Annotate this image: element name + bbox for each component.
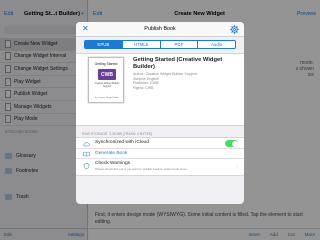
tab-pdf[interactable]: PDF xyxy=(160,41,199,48)
chevron-right-icon: › xyxy=(236,164,238,170)
publish-book-dialog: ✕ Publish Book EPUB HTML5 PDF Audio Gett… xyxy=(76,22,244,204)
dialog-header: ✕ Publish Book xyxy=(76,22,244,37)
book-metadata: Author: Creative Widget Builder Support … xyxy=(133,72,239,90)
cover-title: Getting Started xyxy=(94,62,118,66)
tab-audio[interactable]: Audio xyxy=(198,41,235,48)
check-warnings-label: Check Warnings xyxy=(95,161,131,166)
book-title-heading: Getting Started (Creative Widget Builder… xyxy=(133,57,223,70)
icloud-sync-toggle[interactable] xyxy=(225,140,238,147)
publish-options-group: Synchronized with iCloud Generate Book C… xyxy=(76,137,244,176)
book-cover[interactable]: Getting Started CWB Creative Widget Buil… xyxy=(88,57,124,103)
icloud-sync-row: Synchronized with iCloud xyxy=(76,138,244,149)
generate-book-row[interactable]: Generate Book xyxy=(76,149,244,159)
book-rights: Rights: CWB xyxy=(133,85,154,90)
cover-author: by Creative Widget Builder xyxy=(95,97,119,99)
dialog-title: Publish Book xyxy=(144,26,176,32)
icloud-sync-label: Synchronized with iCloud xyxy=(95,140,149,146)
raw-storage-label: RAW STORAGE: 3.35 MB (TRASH: 0 BYTES) xyxy=(82,132,153,136)
cloud-icon xyxy=(83,141,90,146)
cover-subtitle: Creative Widget Builder Support xyxy=(94,82,120,88)
shield-icon xyxy=(83,163,90,169)
check-warnings-description: Please check this out if you want to pub… xyxy=(95,167,188,171)
cwb-logo: CWB xyxy=(98,69,116,80)
book-icon xyxy=(83,151,90,157)
check-warnings-row[interactable]: Check Warnings Please check this out if … xyxy=(76,159,244,175)
gear-icon[interactable] xyxy=(230,24,239,34)
generate-book-label: Generate Book xyxy=(95,150,128,156)
tab-epub[interactable]: EPUB xyxy=(85,41,123,48)
book-info-panel: Getting Started CWB Creative Widget Buil… xyxy=(76,53,244,126)
format-segmented-control: EPUB HTML5 PDF Audio xyxy=(84,40,236,49)
tab-html5[interactable]: HTML5 xyxy=(122,41,161,48)
close-icon[interactable]: ✕ xyxy=(82,24,89,34)
toggle-knob xyxy=(231,140,238,147)
